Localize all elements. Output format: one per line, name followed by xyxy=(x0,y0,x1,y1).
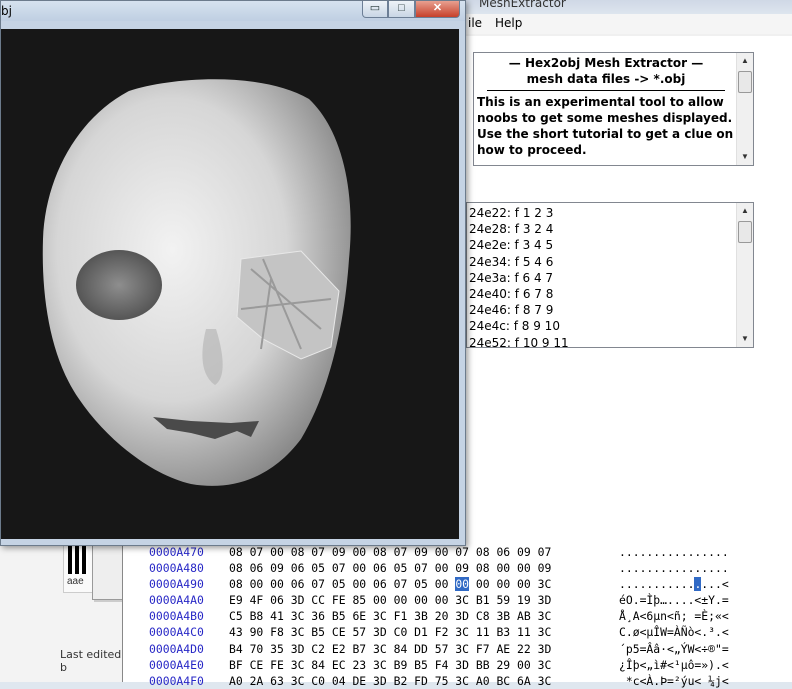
hex-ascii[interactable]: C.ø<µÎW=ÀÑò<.³.< xyxy=(619,624,729,640)
list-item[interactable]: 24e2e: f 3 4 5 xyxy=(469,237,569,253)
maximize-button[interactable]: □ xyxy=(388,1,415,18)
info-header-line2: mesh data files -> *.obj xyxy=(526,72,686,86)
hex-ascii[interactable]: ¿Îþ<„ì#<¹µô=»).< xyxy=(619,657,729,673)
hex-bytes[interactable]: 08 07 00 08 07 09 00 08 07 09 00 07 08 0… xyxy=(229,544,619,560)
hex-address: 0000A4D0 xyxy=(149,641,204,656)
list-item[interactable]: 24e22: f 1 2 3 xyxy=(469,205,569,221)
info-divider xyxy=(487,90,725,91)
selected-byte: 00 xyxy=(455,577,470,592)
3d-viewport[interactable] xyxy=(1,29,459,539)
hex-bytes[interactable]: 08 06 09 06 05 07 00 06 05 07 00 09 08 0… xyxy=(229,560,619,576)
scroll-up-icon[interactable]: ▲ xyxy=(737,53,753,69)
hex-row[interactable]: 0000A4D0 B4 70 35 3D C2 E2 B7 3C 84 DD 57… xyxy=(149,641,729,657)
hex-editor[interactable]: 0000A470 08 07 00 08 07 09 00 08 07 09 00… xyxy=(122,544,792,688)
hex-ascii[interactable]: ´p5=Ââ·<„ÝW<÷®"= xyxy=(619,641,729,657)
hex-row[interactable]: 0000A4E0 BF CE FE 3C 84 EC 23 3C B9 B5 F4… xyxy=(149,657,729,673)
hex-ascii[interactable]: ...............< xyxy=(619,576,729,592)
faces-list: 24e22: f 1 2 3 24e28: f 3 2 4 24e2e: f 3… xyxy=(469,205,569,351)
list-item[interactable]: 24e28: f 3 2 4 xyxy=(469,221,569,237)
list-item[interactable]: 24e3a: f 6 4 7 xyxy=(469,270,569,286)
hex-address: 0000A490 xyxy=(149,577,204,592)
hex-bytes[interactable]: E9 4F 06 3D CC FE 85 00 00 00 00 3C B1 5… xyxy=(229,592,619,608)
scroll-thumb[interactable] xyxy=(738,221,752,243)
info-body-line: how to proceed. xyxy=(477,143,587,157)
hex-row[interactable]: 0000A4A0 E9 4F 06 3D CC FE 85 00 00 00 00… xyxy=(149,592,729,608)
hex-ascii[interactable]: ................ xyxy=(619,560,729,576)
close-button[interactable]: ✕ xyxy=(415,1,460,18)
hex-row[interactable]: 0000A4C0 43 90 F8 3C B5 CE 57 3D C0 D1 F2… xyxy=(149,624,729,640)
hex-bytes[interactable]: A0 2A 63 3C C0 04 DE 3D B2 FD 75 3C A0 B… xyxy=(229,673,619,689)
hex-row[interactable]: 0000A4F0 A0 2A 63 3C C0 04 DE 3D B2 FD 75… xyxy=(149,673,729,689)
info-body-line: This is an experimental tool to allow xyxy=(477,95,724,109)
file-thumbnail[interactable]: aae xyxy=(63,543,93,593)
hex-bytes[interactable]: BF CE FE 3C 84 EC 23 3C B9 B5 F4 3D BB 2… xyxy=(229,657,619,673)
info-text: — Hex2obj Mesh Extractor — mesh data fil… xyxy=(477,55,735,158)
hex-address: 0000A470 xyxy=(149,545,204,559)
menu-help[interactable]: Help xyxy=(495,16,522,30)
mesh-extractor-titlebar[interactable]: MeshExtractor xyxy=(451,0,792,14)
info-textbox[interactable]: — Hex2obj Mesh Extractor — mesh data fil… xyxy=(473,52,754,166)
hex-ascii[interactable]: éO.=Ìþ…....<±Y.= xyxy=(619,592,729,608)
thumbnail-caption: aae xyxy=(67,576,84,587)
hex-address: 0000A4A0 xyxy=(149,593,204,608)
hex-address: 0000A480 xyxy=(149,561,204,576)
hex-address: 0000A4F0 xyxy=(149,673,204,688)
scroll-thumb[interactable] xyxy=(738,71,752,93)
list-item[interactable]: 24e46: f 8 7 9 xyxy=(469,302,569,318)
hex-rows: 0000A470 08 07 00 08 07 09 00 08 07 09 00… xyxy=(149,544,729,689)
scroll-down-icon[interactable]: ▼ xyxy=(737,149,753,165)
hex-address: 0000A4B0 xyxy=(149,609,204,624)
list-item[interactable]: 24e52: f 10 9 11 xyxy=(469,335,569,351)
viewer-title: bj xyxy=(1,4,12,18)
hex-bytes[interactable]: 08 00 00 06 07 05 00 06 07 05 00 00 00 0… xyxy=(229,576,619,592)
left-eye-socket xyxy=(76,250,162,320)
menu-bar: ile Help xyxy=(451,14,792,34)
faces-scrollbar[interactable]: ▲ ▼ xyxy=(736,203,753,347)
mesh-extractor-title: MeshExtractor xyxy=(479,0,566,10)
thumbnail-image xyxy=(68,546,88,574)
info-header-line1: — Hex2obj Mesh Extractor — xyxy=(508,56,704,70)
hex-row[interactable]: 0000A490 08 00 00 06 07 05 00 06 07 05 00… xyxy=(149,576,729,592)
scroll-down-icon[interactable]: ▼ xyxy=(737,331,753,347)
face-mesh-render xyxy=(42,79,351,486)
hex-address: 0000A4E0 xyxy=(149,657,204,672)
stacked-window-edge xyxy=(92,543,124,600)
list-item[interactable]: 24e4c: f 8 9 10 xyxy=(469,318,569,334)
list-item[interactable]: 24e34: f 5 4 6 xyxy=(469,254,569,270)
hex-address: 0000A4C0 xyxy=(149,625,204,640)
obj-viewer-window: bj ▭ □ ✕ xyxy=(0,0,466,546)
hex-row[interactable]: 0000A480 08 06 09 06 05 07 00 06 05 07 00… xyxy=(149,560,729,576)
hex-ascii[interactable]: ................ xyxy=(619,544,729,560)
hex-row[interactable]: 0000A470 08 07 00 08 07 09 00 08 07 09 00… xyxy=(149,544,729,560)
scroll-up-icon[interactable]: ▲ xyxy=(737,203,753,219)
list-item[interactable]: 24e40: f 6 7 8 xyxy=(469,286,569,302)
hex-bytes[interactable]: B4 70 35 3D C2 E2 B7 3C 84 DD 57 3C F7 A… xyxy=(229,641,619,657)
minimize-button[interactable]: ▭ xyxy=(362,1,388,18)
info-body-line: Use the short tutorial to get a clue on xyxy=(477,127,734,141)
faces-listbox[interactable]: 24e22: f 1 2 3 24e28: f 3 2 4 24e2e: f 3… xyxy=(466,202,754,351)
menu-file[interactable]: ile xyxy=(468,16,482,30)
hex-bytes[interactable]: 43 90 F8 3C B5 CE 57 3D C0 D1 F2 3C 11 B… xyxy=(229,624,619,640)
info-scrollbar[interactable]: ▲ ▼ xyxy=(736,53,753,165)
hex-ascii[interactable]: Å¸A<6µn<ñ; =È;«< xyxy=(619,608,729,624)
info-body-line: noobs to get some meshes displayed. xyxy=(477,111,733,125)
hex-bytes[interactable]: C5 B8 41 3C 36 B5 6E 3C F1 3B 20 3D C8 3… xyxy=(229,608,619,624)
hex-ascii[interactable]: *c<À.Þ=²ýu< ¼j< xyxy=(619,673,729,689)
last-edited-label: Last edited b xyxy=(60,648,122,674)
hex-row[interactable]: 0000A4B0 C5 B8 41 3C 36 B5 6E 3C F1 3B 20… xyxy=(149,608,729,624)
